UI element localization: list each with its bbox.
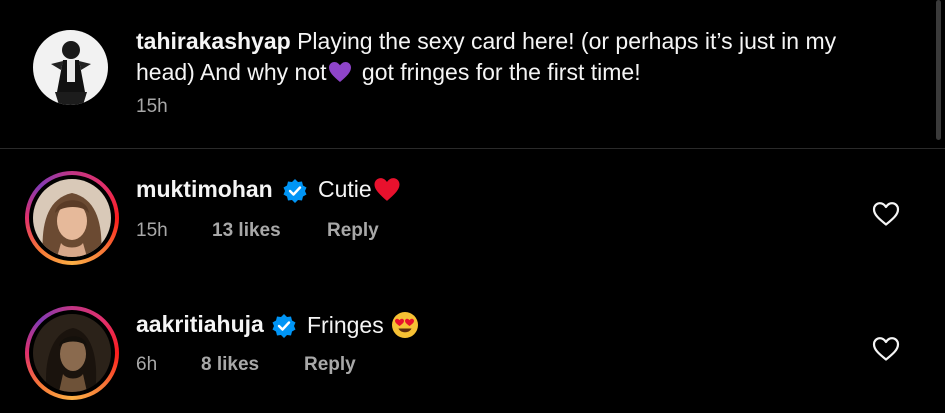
reply-button[interactable]: Reply [304,354,356,376]
comments-screen: tahirakashyap Playing the sexy card here… [0,0,945,413]
comment-timestamp: 6h [136,354,158,375]
caption-text-line1: Playing the sexy card here! (or perhaps … [297,28,837,54]
like-heart-icon[interactable] [872,336,900,362]
verified-badge-icon [283,179,307,203]
comment-text-content: Fringes [307,312,384,338]
likes-count-button[interactable]: 13 likes [212,220,281,242]
heart-eyes-emoji [391,312,418,338]
story-ring[interactable] [25,306,119,400]
caption-text-line2: head) And why not [136,59,327,85]
commenter-username[interactable]: aakritiahuja [136,311,264,338]
comment-text: Fringes [307,311,419,339]
purple-heart-emoji [328,62,351,82]
author-avatar[interactable] [33,30,108,105]
commenter-username[interactable]: muktimohan [136,176,273,203]
caption-username[interactable]: tahirakashyap [136,28,291,54]
likes-count-button[interactable]: 8 likes [201,354,259,376]
red-heart-emoji [374,178,400,201]
reply-button[interactable]: Reply [327,220,379,242]
caption-divider [0,148,945,149]
caption-timestamp: 15h [136,96,168,117]
comment-text: Cutie [318,176,401,203]
comment-timestamp: 15h [136,220,168,241]
caption-text-line3: got fringes for the first time! [361,59,641,85]
like-heart-icon[interactable] [872,201,900,227]
comment-text-content: Cutie [318,176,372,202]
post-caption: tahirakashyap Playing the sexy card here… [0,0,945,150]
commenter-avatar [33,179,111,257]
verified-badge-icon [272,314,296,338]
scrollbar[interactable] [936,0,941,140]
story-ring[interactable] [25,171,119,265]
caption-text: tahirakashyap Playing the sexy card here… [136,26,896,88]
commenter-avatar [33,314,111,392]
